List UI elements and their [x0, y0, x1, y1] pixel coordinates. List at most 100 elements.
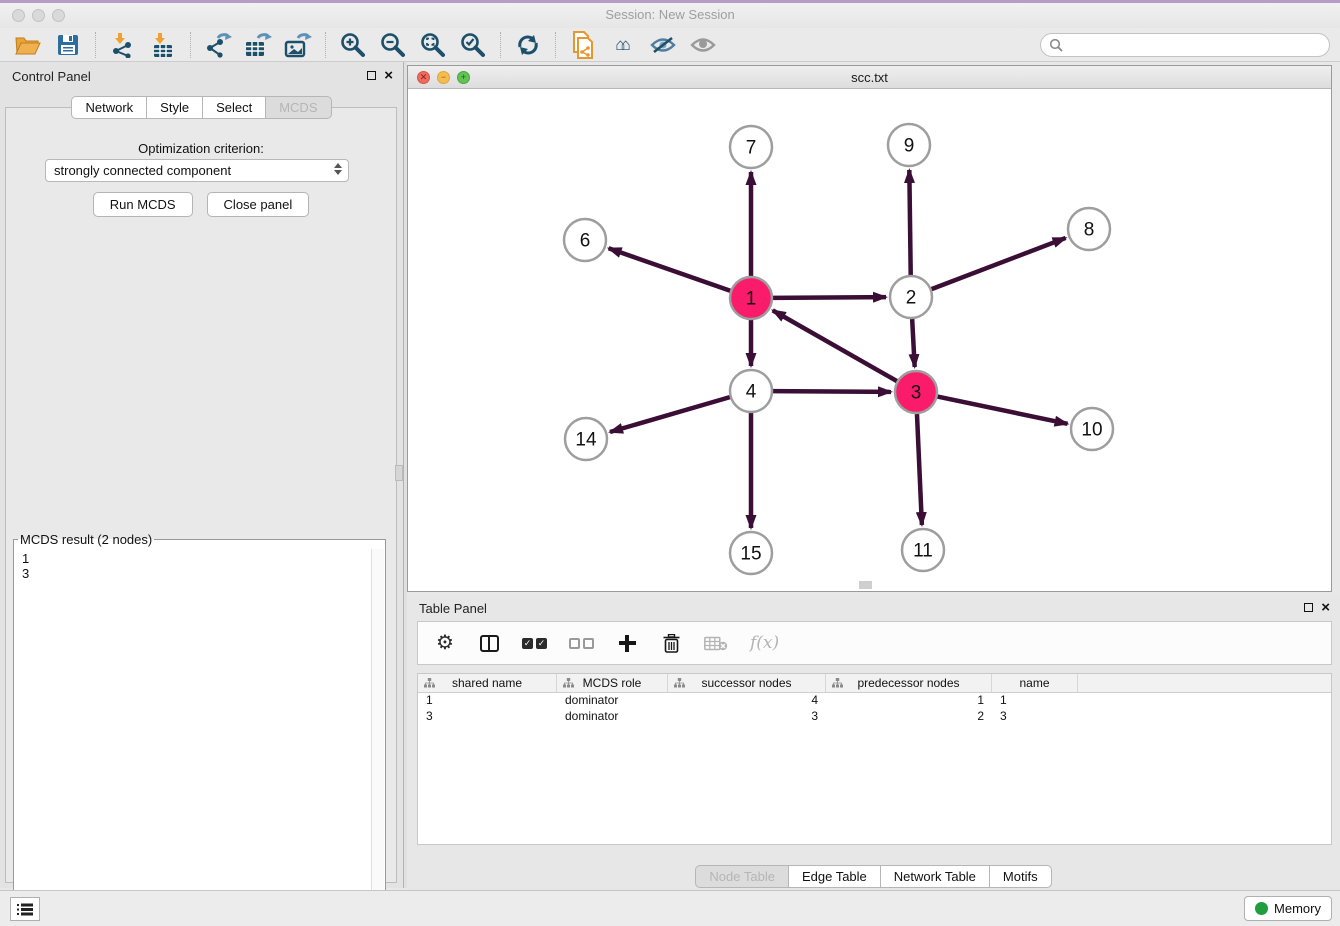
float-panel-icon[interactable]: [367, 71, 376, 80]
cell-mcds-role[interactable]: dominator: [557, 693, 668, 709]
zoom-selected-icon[interactable]: [453, 30, 493, 60]
tab-mcds[interactable]: MCDS: [265, 96, 331, 119]
export-image-icon[interactable]: [278, 30, 318, 60]
graph-node-15[interactable]: 15: [730, 532, 772, 574]
export-table-icon[interactable]: [238, 30, 278, 60]
export-network-icon[interactable]: [198, 30, 238, 60]
float-table-panel-icon[interactable]: [1304, 603, 1313, 612]
close-table-panel-icon[interactable]: ×: [1321, 600, 1330, 615]
refresh-icon[interactable]: [508, 30, 548, 60]
graph-node-3[interactable]: 3: [895, 371, 937, 413]
zoom-fit-icon[interactable]: [413, 30, 453, 60]
select-all-columns-icon[interactable]: ✓✓: [522, 638, 547, 649]
graph-node-1[interactable]: 1: [730, 277, 772, 319]
deselect-all-columns-icon[interactable]: [569, 638, 594, 649]
network-canvas[interactable]: 7 9 6 8 1 2 4 3 14 10 15 11: [408, 89, 1331, 591]
node-table: shared name MCDS role successor nodes pr…: [417, 673, 1332, 845]
cell-mcds-role[interactable]: dominator: [557, 709, 668, 725]
graph-edge-2-8[interactable]: [932, 238, 1066, 289]
graph-node-4[interactable]: 4: [730, 370, 772, 412]
graph-edge-4-14[interactable]: [610, 397, 730, 432]
add-column-icon[interactable]: [616, 635, 638, 652]
tab-node-table[interactable]: Node Table: [695, 865, 789, 888]
table-panel-title: Table Panel: [419, 601, 487, 616]
application-window: Session: New Session: [0, 0, 1340, 926]
table-row[interactable]: 1 dominator 4 1 1: [418, 693, 1331, 709]
graph-node-10[interactable]: 10: [1071, 408, 1113, 450]
graph-edge-4-3[interactable]: [773, 391, 891, 392]
cell-successor-nodes[interactable]: 3: [668, 709, 826, 725]
graph-node-7[interactable]: 7: [730, 126, 772, 168]
memory-label: Memory: [1274, 901, 1321, 916]
show-all-icon[interactable]: [683, 30, 723, 60]
column-header-filler: [1078, 674, 1331, 692]
graph-node-8[interactable]: 8: [1068, 208, 1110, 250]
cell-successor-nodes[interactable]: 4: [668, 693, 826, 709]
hierarchy-icon: [674, 678, 685, 688]
zoom-out-icon[interactable]: [373, 30, 413, 60]
cell-shared-name[interactable]: 3: [418, 709, 557, 725]
delete-column-icon[interactable]: [660, 634, 682, 653]
graph-edge-1-6[interactable]: [609, 248, 731, 290]
open-file-icon[interactable]: [8, 30, 48, 60]
column-header-predecessor-nodes[interactable]: predecessor nodes: [826, 674, 992, 692]
graph-node-9[interactable]: 9: [888, 124, 930, 166]
graph-edge-2-3[interactable]: [912, 319, 915, 367]
column-header-mcds-role[interactable]: MCDS role: [557, 674, 668, 692]
cell-name[interactable]: 1: [992, 693, 1078, 709]
table-panel-header: Table Panel ×: [407, 594, 1340, 622]
cell-predecessor-nodes[interactable]: 2: [826, 709, 992, 725]
column-header-shared-name[interactable]: shared name: [418, 674, 557, 692]
task-history-button[interactable]: [10, 897, 40, 921]
import-table-icon[interactable]: [143, 30, 183, 60]
graph-node-11[interactable]: 11: [902, 529, 944, 571]
tab-network-table[interactable]: Network Table: [880, 865, 990, 888]
close-panel-button[interactable]: Close panel: [207, 192, 310, 217]
tab-motifs[interactable]: Motifs: [989, 865, 1052, 888]
run-mcds-button[interactable]: Run MCDS: [93, 192, 193, 217]
optimization-criterion-select[interactable]: strongly connected component: [45, 159, 349, 182]
network-window-titlebar[interactable]: ✕ − + scc.txt: [408, 66, 1331, 89]
column-header-successor-nodes[interactable]: successor nodes: [668, 674, 826, 692]
table-toolbar: ⚙ ✓✓ f(x): [417, 621, 1332, 665]
canvas-resize-handle[interactable]: [859, 581, 872, 589]
cell-predecessor-nodes[interactable]: 1: [826, 693, 992, 709]
graph-node-2[interactable]: 2: [890, 276, 932, 318]
table-row[interactable]: 3 dominator 3 2 3: [418, 709, 1331, 725]
save-session-icon[interactable]: [48, 30, 88, 60]
split-columns-icon[interactable]: [478, 635, 500, 652]
first-neighbors-icon[interactable]: ⌂⌂: [603, 30, 643, 60]
cell-name[interactable]: 3: [992, 709, 1078, 725]
toolbar-separator: [555, 32, 556, 58]
column-header-name[interactable]: name: [992, 674, 1078, 692]
graph-edge-3-1[interactable]: [773, 310, 897, 381]
house-glyphs: ⌂⌂: [615, 35, 626, 55]
search-input[interactable]: [1068, 38, 1329, 52]
import-network-icon[interactable]: [103, 30, 143, 60]
graph-node-6[interactable]: 6: [564, 219, 606, 261]
clone-network-icon[interactable]: [563, 30, 603, 60]
memory-button[interactable]: Memory: [1244, 896, 1332, 921]
network-graph[interactable]: 7 9 6 8 1 2 4 3 14 10 15 11: [408, 89, 1331, 591]
cell-shared-name[interactable]: 1: [418, 693, 557, 709]
close-panel-icon[interactable]: ×: [384, 68, 393, 83]
hide-selected-icon[interactable]: [643, 30, 683, 60]
splitter-handle[interactable]: [395, 465, 403, 481]
search-field[interactable]: [1040, 33, 1330, 57]
graph-edge-3-10[interactable]: [938, 397, 1068, 424]
function-builder-icon: f(x): [750, 633, 779, 653]
svg-text:8: 8: [1084, 220, 1095, 241]
tab-edge-table[interactable]: Edge Table: [788, 865, 881, 888]
tab-network[interactable]: Network: [71, 96, 147, 119]
graph-edge-1-2[interactable]: [773, 297, 886, 298]
result-scrollbar[interactable]: [371, 549, 384, 907]
svg-text:2: 2: [906, 288, 917, 309]
table-settings-icon[interactable]: ⚙: [434, 633, 456, 653]
graph-edge-3-11[interactable]: [917, 414, 922, 525]
zoom-in-icon[interactable]: [333, 30, 373, 60]
tab-style[interactable]: Style: [146, 96, 203, 119]
graph-edge-2-9[interactable]: [909, 170, 910, 275]
svg-text:4: 4: [746, 382, 757, 403]
tab-select[interactable]: Select: [202, 96, 266, 119]
graph-node-14[interactable]: 14: [565, 418, 607, 460]
